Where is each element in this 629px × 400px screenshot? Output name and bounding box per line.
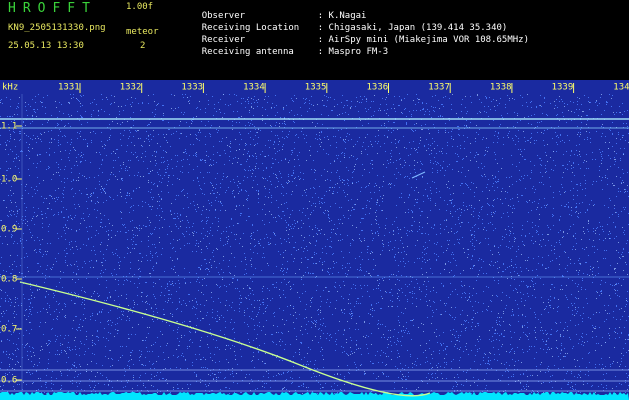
x-tick-label: 1338 [490,83,512,93]
info-value: : Maspro FM-3 [317,47,389,57]
info-row-antenna: Receiving antenna : Maspro FM-3 [180,39,388,66]
x-tick-label: 1339 [552,83,574,93]
y-tick-label: 0.7 [1,325,17,335]
x-tick-label: 1336 [367,83,389,93]
x-tick-label: 1335 [305,83,327,93]
spectrogram-svg: 1331 1332 1333 1334 1335 1336 1337 1338 1339 1340… [0,80,629,400]
y-tick-label: 1.1 [1,122,17,132]
x-tick-label: 1333 [181,83,203,93]
y-tick-label: 0.8 [1,275,17,285]
frequency-unit-label: kHz [2,83,18,93]
y-tick-label: 0.6 [1,376,17,386]
y-tick-label: 0.9 [1,225,17,235]
version-label: 1.00f [126,2,154,12]
x-tick-label: 1337 [428,83,450,93]
y-tick-label: 1.0 [1,175,17,185]
x-tick-label: 1334 [243,83,265,93]
x-tick-label: 1332 [120,83,142,93]
meteor-count-value: 2 [140,41,146,51]
spectrogram-plot: 1331 1332 1333 1334 1335 1336 1337 1338 1339 1340… [0,80,629,400]
meteor-count-label: meteor [126,27,159,37]
app-title: HROFFT [8,1,97,16]
filename-label: KN9_2505131330.png [8,23,106,33]
datetime-label: 25.05.13 13:30 [8,41,84,51]
info-label: Receiving antenna [201,47,294,57]
header-panel: HROFFT 1.00f KN9_2505131330.png 25.05.13… [0,0,629,80]
x-tick-label: 1331 [58,83,80,93]
x-tick-label: 1340 [613,83,629,93]
